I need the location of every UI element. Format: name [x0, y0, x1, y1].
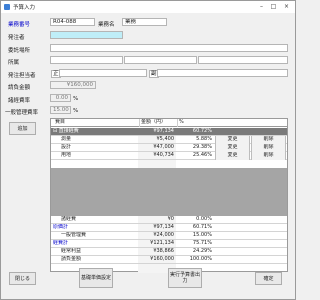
row-item-name: 一般管理費	[61, 232, 87, 238]
table-row[interactable]: 用地 ¥40,734 25.46% 変更 削除	[51, 152, 287, 160]
row-percent: 15.00%	[192, 232, 212, 238]
row-item-name: 設計	[61, 144, 72, 150]
row-item: 用地	[61, 152, 141, 160]
close-button[interactable]: 閉じる	[9, 272, 36, 285]
client-field[interactable]	[50, 31, 123, 39]
row-item: 経常利益	[61, 248, 141, 256]
row-item: 経費計	[53, 240, 133, 248]
row-amount: ¥121,134	[150, 240, 174, 246]
collapse-icon[interactable]: ⊟	[53, 128, 57, 134]
budget-grid: 費目 金額（円） % ⊟ 直接経費 ¥97,134 60.72% 測量 ¥5,400 5.…	[50, 118, 288, 273]
window-title: 予算入力	[13, 5, 36, 11]
project-no-field[interactable]: R04-088	[50, 18, 95, 26]
header-item[interactable]: 費目	[55, 119, 135, 127]
person-label: 発注担当者	[8, 73, 36, 79]
table-row[interactable]: 請負金額 ¥160,000 100.00%	[51, 256, 287, 264]
row-item: ⊟ 直接経費	[53, 128, 133, 136]
row-item-name: 請負金額	[61, 256, 82, 262]
client-label: 発注者	[8, 35, 25, 41]
row-item-name: 諸経費	[61, 216, 77, 222]
maximize-icon[interactable]: □	[269, 2, 278, 11]
expense-rate-field[interactable]: 0.00	[50, 94, 71, 102]
table-row[interactable]: 原価計 ¥97,134 60.71%	[51, 224, 287, 232]
general-rate-unit: %	[73, 108, 79, 114]
general-rate-label: 一般管理費率	[5, 110, 39, 116]
change-button[interactable]: 変更	[215, 144, 250, 152]
expense-rate-unit: %	[73, 96, 79, 102]
row-amount: ¥40,734	[153, 152, 174, 158]
row-percent: 29.38%	[192, 144, 212, 150]
change-button[interactable]: 変更	[215, 152, 250, 160]
expense-rate-label: 諸経費率	[8, 98, 31, 104]
location-label: 委託場所	[8, 48, 31, 54]
row-amount: ¥47,000	[153, 144, 174, 150]
delete-button[interactable]: 削除	[251, 144, 286, 152]
table-row[interactable]: 測量 ¥5,400 5.88% 変更 削除	[51, 136, 287, 144]
header-percent[interactable]: %	[177, 119, 217, 127]
grid-empty-area	[51, 168, 287, 216]
contract-amount-field: ¥160,000	[50, 81, 96, 89]
budget-input-window: 予算入力 – □ × 業務番号 R04-088 業務名 業務 発注者 委託場所 …	[0, 0, 296, 300]
close-icon[interactable]: ×	[282, 2, 291, 11]
row-amount: ¥97,134	[153, 224, 174, 230]
project-no-label[interactable]: 業務番号	[8, 20, 30, 28]
row-item: 一般管理費	[61, 232, 141, 240]
row-amount: ¥160,000	[150, 256, 174, 262]
row-amount: ¥24,000	[153, 232, 174, 238]
table-row[interactable]: 経費計 ¥121,134 75.71%	[51, 240, 287, 248]
row-item-name: 用地	[61, 152, 72, 158]
row-percent: 24.29%	[192, 248, 212, 254]
person-main-field[interactable]	[59, 69, 147, 77]
row-percent: 25.46%	[192, 152, 212, 158]
table-row[interactable]: ⊟ 直接経費 ¥97,134 60.72%	[51, 128, 287, 136]
row-item: 測量	[61, 136, 141, 144]
row-percent: 75.71%	[192, 240, 212, 246]
row-item: 請負金額	[61, 256, 141, 264]
row-item-name: 原価計	[53, 224, 69, 230]
project-name-label: 業務名	[98, 22, 115, 28]
change-button[interactable]: 変更	[215, 136, 250, 144]
office-label: 所属	[8, 60, 20, 66]
minimize-icon[interactable]: –	[257, 2, 266, 11]
office-field-2[interactable]	[124, 56, 197, 64]
row-item: 原価計	[53, 224, 133, 232]
row-item-name: 測量	[61, 136, 72, 142]
project-name-field[interactable]: 業務	[122, 18, 167, 26]
delete-button[interactable]: 削除	[251, 152, 286, 160]
location-field[interactable]	[50, 44, 288, 52]
row-percent: 0.00%	[196, 216, 212, 222]
grid-header: 費目 金額（円） %	[51, 119, 287, 127]
row-item-name: 経常利益	[61, 248, 82, 254]
table-row[interactable]: 一般管理費 ¥24,000 15.00%	[51, 232, 287, 240]
row-item: 設計	[61, 144, 141, 152]
unit-price-button[interactable]: 基礎単価設定	[79, 268, 113, 288]
row-percent: 60.71%	[192, 224, 212, 230]
table-row[interactable]: 設計 ¥47,000 29.38% 変更 削除	[51, 144, 287, 152]
row-amount: ¥97,134	[153, 128, 174, 134]
person-sub-field[interactable]	[157, 69, 288, 77]
row-amount: ¥38,866	[153, 248, 174, 254]
add-button[interactable]: 追加	[9, 122, 36, 135]
print-budget-button[interactable]: 実行予算書出力	[168, 268, 202, 288]
office-field-1[interactable]	[50, 56, 123, 64]
table-row[interactable]: 経常利益 ¥38,866 24.29%	[51, 248, 287, 256]
header-amount[interactable]: 金額（円）	[139, 119, 176, 127]
table-row[interactable]: 諸経費 ¥0 0.00%	[51, 216, 287, 224]
row-item: 諸経費	[61, 216, 141, 224]
row-item-name: 経費計	[53, 240, 69, 246]
confirm-button[interactable]: 確定	[255, 272, 282, 285]
row-amount: ¥0	[167, 216, 174, 222]
contract-amount-label: 請負金額	[8, 85, 31, 91]
row-amount: ¥5,400	[156, 136, 175, 142]
delete-button[interactable]: 削除	[251, 136, 286, 144]
app-icon	[4, 4, 10, 10]
title-bar: 予算入力 – □ ×	[1, 1, 295, 13]
general-rate-field[interactable]: 15.00	[50, 106, 71, 114]
office-field-3[interactable]	[198, 56, 288, 64]
row-percent: 60.72%	[192, 128, 212, 134]
row-percent: 100.00%	[189, 256, 212, 262]
row-item-name: 直接経費	[58, 128, 79, 134]
row-percent: 5.88%	[196, 136, 212, 142]
